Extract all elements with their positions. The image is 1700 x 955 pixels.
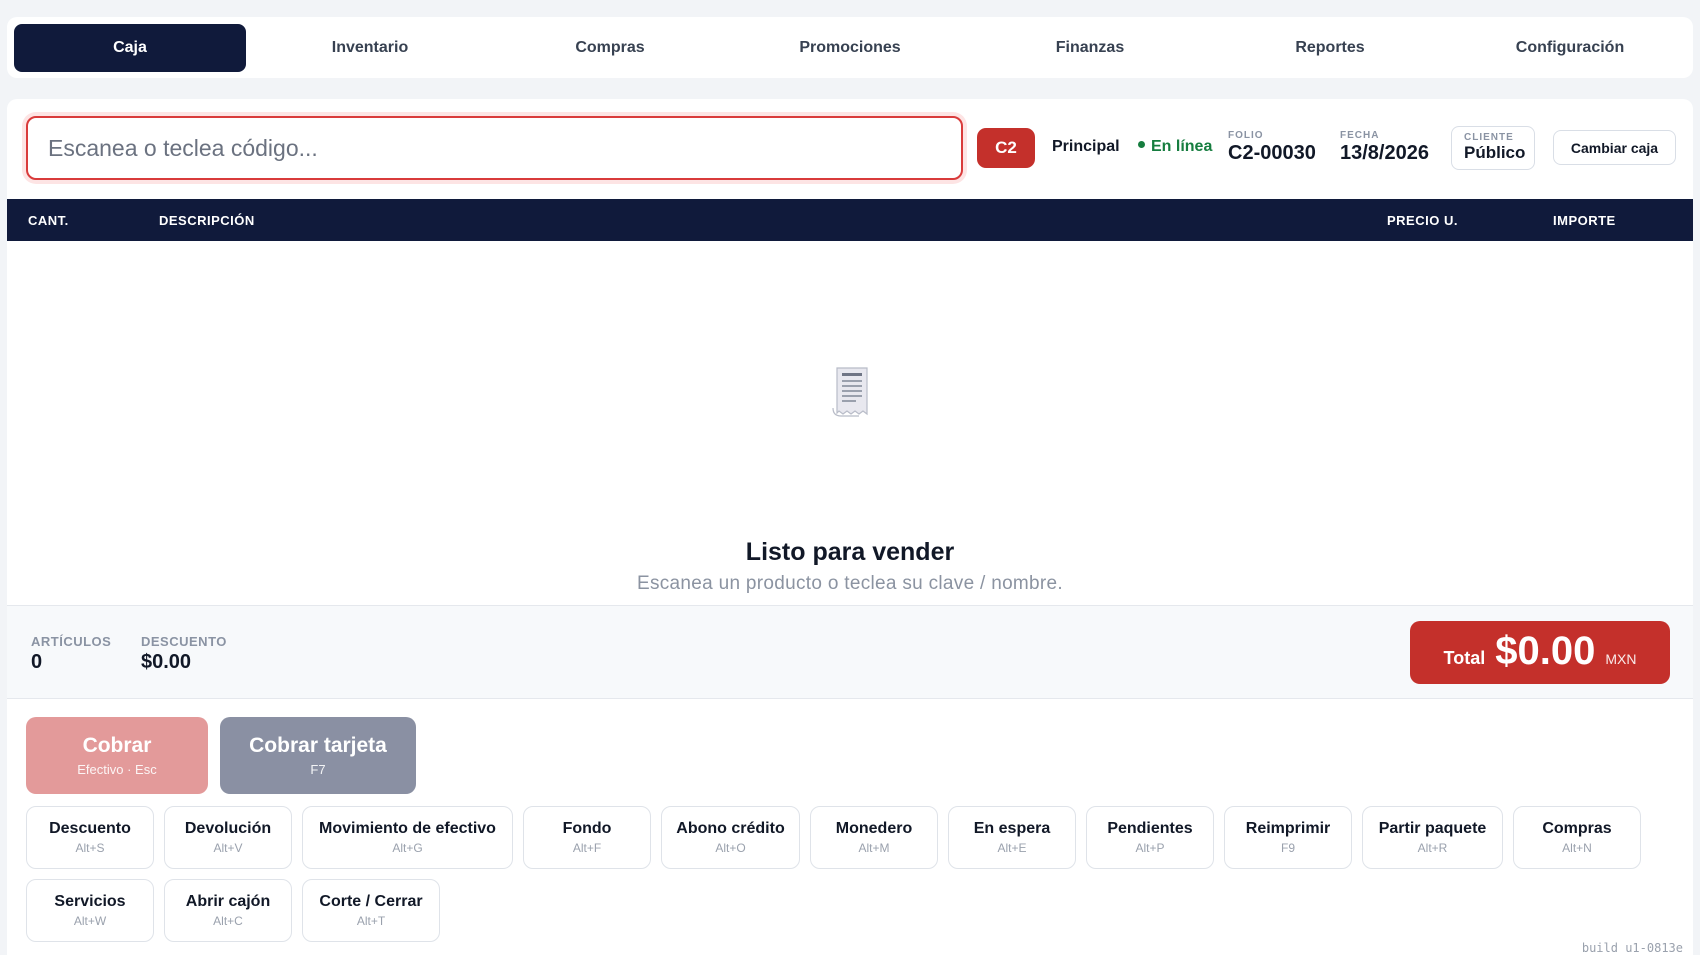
build-version: build u1-0813e (1581, 941, 1683, 955)
action-label: Pendientes (1107, 820, 1193, 837)
action-label: En espera (973, 820, 1051, 837)
fecha-label: FECHA (1340, 130, 1380, 141)
ticket-table-header: CANT. DESCRIPCIÓN PRECIO U. IMPORTE (7, 199, 1693, 241)
status-dot-icon (1138, 141, 1145, 149)
tab-compras[interactable]: Compras (494, 24, 726, 72)
action-label: Reimprimir (1245, 820, 1331, 837)
cobrar-tarjeta-label: Cobrar tarjeta (249, 734, 387, 757)
en-espera-button[interactable]: En espera Alt+E (948, 806, 1076, 869)
action-label: Abono crédito (676, 820, 785, 837)
empty-ticket-state: Listo para vender Escanea un producto o … (7, 241, 1693, 605)
main-nav: Caja Inventario Compras Promociones Fina… (7, 17, 1693, 78)
action-label: Partir paquete (1378, 820, 1487, 837)
action-shortcut: Alt+E (997, 841, 1027, 855)
action-shortcut: F9 (1280, 841, 1295, 855)
status-text: En línea (1151, 138, 1213, 155)
action-label: Compras (1542, 820, 1612, 837)
cliente-selector[interactable]: CLIENTE Público (1451, 126, 1535, 170)
col-cant: CANT. (28, 213, 69, 228)
cambiar-caja-button[interactable]: Cambiar caja (1553, 130, 1676, 165)
empty-subtitle: Escanea un producto o teclea su clave / … (636, 573, 1063, 594)
caja-badge: C2 (977, 128, 1035, 168)
fecha-value: 13/8/2026 (1340, 142, 1429, 164)
articulos-label: ARTÍCULOS (31, 634, 112, 649)
cobrar-shortcut: Efectivo · Esc (77, 762, 157, 777)
action-shortcut: Alt+O (715, 841, 746, 855)
empty-title: Listo para vender (745, 538, 955, 566)
col-importe: IMPORTE (1553, 213, 1616, 228)
action-label: Descuento (49, 820, 131, 837)
cobrar-tarjeta-shortcut: F7 (310, 762, 326, 777)
devolucion-button[interactable]: Devolución Alt+V (164, 806, 292, 869)
action-shortcut: Alt+P (1135, 841, 1165, 855)
cobrar-tarjeta-button[interactable]: Cobrar tarjeta F7 (220, 717, 416, 794)
col-descripcion: DESCRIPCIÓN (159, 213, 255, 228)
pos-panel: C2 Principal En línea FOLIO C2-00030 FEC… (7, 99, 1693, 955)
action-shortcut: Alt+N (1562, 841, 1592, 855)
online-status: En línea (1138, 138, 1212, 156)
tab-promociones[interactable]: Promociones (734, 24, 966, 72)
folio-value: C2-00030 (1228, 142, 1316, 164)
total-display: Total $0.00 MXN (1410, 621, 1670, 684)
action-shortcut: Alt+V (213, 841, 243, 855)
total-value: $0.00 (1495, 629, 1596, 673)
total-label: Total (1443, 648, 1486, 668)
corte-cerrar-button[interactable]: Corte / Cerrar Alt+T (302, 879, 440, 942)
tab-configuracion[interactable]: Configuración (1454, 24, 1686, 72)
cobrar-efectivo-button[interactable]: Cobrar Efectivo · Esc (26, 717, 208, 794)
action-shortcut: Alt+F (572, 841, 602, 855)
folio-label: FOLIO (1228, 130, 1264, 141)
fondo-button[interactable]: Fondo Alt+F (523, 806, 651, 869)
cliente-value: Público (1464, 143, 1526, 162)
action-label: Abrir cajón (185, 893, 271, 910)
receipt-icon (832, 367, 868, 417)
compras-button[interactable]: Compras Alt+N (1513, 806, 1641, 869)
abono-credito-button[interactable]: Abono crédito Alt+O (661, 806, 800, 869)
scan-input[interactable] (26, 116, 963, 180)
action-label: Servicios (54, 893, 126, 910)
monedero-button[interactable]: Monedero Alt+M (810, 806, 938, 869)
pendientes-button[interactable]: Pendientes Alt+P (1086, 806, 1214, 869)
articulos-value: 0 (31, 651, 43, 673)
action-label: Fondo (562, 820, 612, 837)
tab-inventario[interactable]: Inventario (254, 24, 486, 72)
action-shortcut: Alt+W (73, 914, 107, 928)
action-shortcut: Alt+C (213, 914, 243, 928)
fecha: FECHA 13/8/2026 (1340, 130, 1429, 165)
cliente-label: CLIENTE (1464, 132, 1514, 143)
sucursal-label: Principal (1052, 138, 1120, 155)
descuento-button[interactable]: Descuento Alt+S (26, 806, 154, 869)
action-shortcut: Alt+S (75, 841, 105, 855)
descuento-value: $0.00 (141, 651, 192, 673)
cobrar-label: Cobrar (82, 734, 152, 757)
movimiento-efectivo-button[interactable]: Movimiento de efectivo Alt+G (302, 806, 513, 869)
servicios-button[interactable]: Servicios Alt+W (26, 879, 154, 942)
action-label: Movimiento de efectivo (319, 820, 496, 837)
descuento: DESCUENTO $0.00 (141, 634, 227, 674)
action-shortcut: Alt+R (1417, 841, 1448, 855)
ticket-summary: ARTÍCULOS 0 DESCUENTO $0.00 Total $0.00 … (7, 605, 1693, 699)
total-currency: MXN (1605, 651, 1637, 667)
abrir-cajon-button[interactable]: Abrir cajón Alt+C (164, 879, 292, 942)
action-label: Monedero (835, 820, 913, 837)
action-shortcut: Alt+T (356, 914, 386, 928)
tab-finanzas[interactable]: Finanzas (974, 24, 1206, 72)
action-shortcut: Alt+M (858, 841, 890, 855)
action-label: Corte / Cerrar (319, 893, 423, 910)
articulos: ARTÍCULOS 0 (31, 634, 111, 674)
partir-paquete-button[interactable]: Partir paquete Alt+R (1362, 806, 1503, 869)
folio: FOLIO C2-00030 (1228, 130, 1316, 165)
pos-topbar: C2 Principal En línea FOLIO C2-00030 FEC… (7, 99, 1693, 199)
col-precio: PRECIO U. (1387, 213, 1458, 228)
tab-reportes[interactable]: Reportes (1214, 24, 1446, 72)
descuento-label: DESCUENTO (141, 634, 227, 649)
reimprimir-button[interactable]: Reimprimir F9 (1224, 806, 1352, 869)
action-shortcut: Alt+G (392, 841, 423, 855)
action-label: Devolución (184, 820, 272, 837)
tab-caja[interactable]: Caja (14, 23, 246, 72)
